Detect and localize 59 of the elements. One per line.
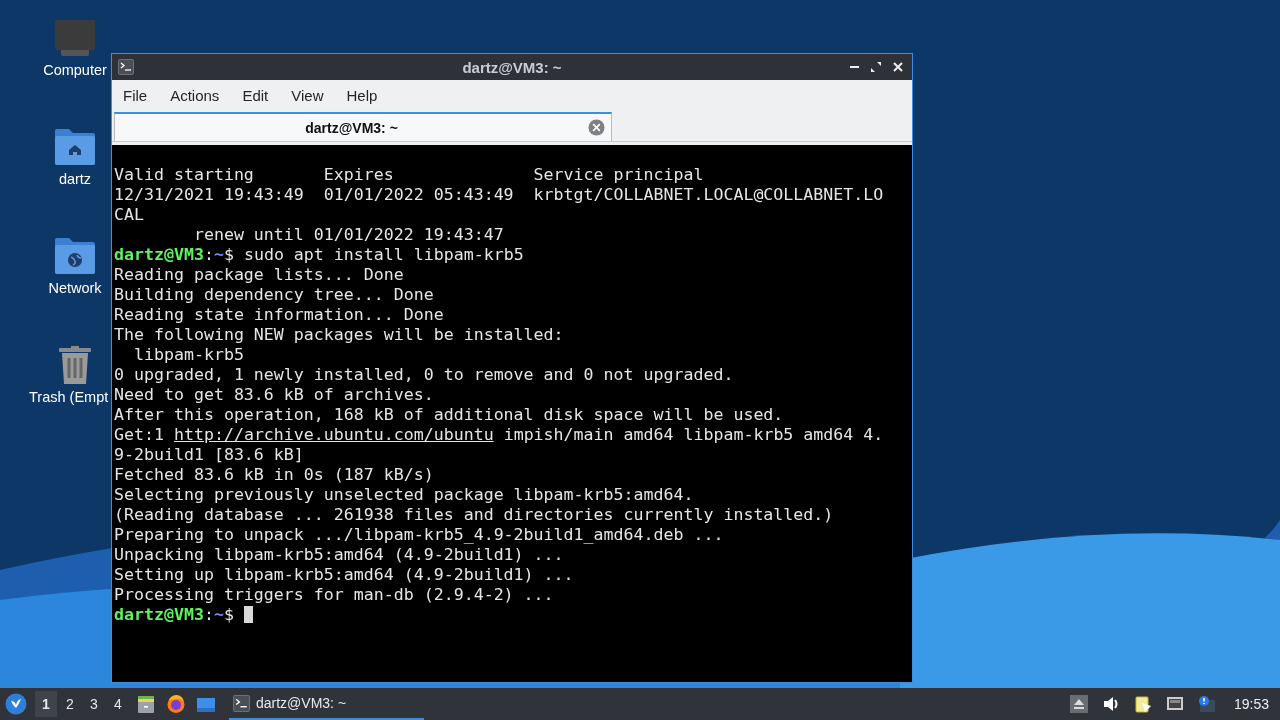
desktop-icon-label[interactable]: Network [48,280,102,296]
eject-icon[interactable] [1069,695,1088,713]
terminal-line: Selecting previously unselected package libpam-krb5:amd64. [114,485,694,505]
window-title: dartz@VM3: ~ [462,58,562,76]
menu-item[interactable]: Help [339,82,385,108]
terminal-line: 0 upgraded, 1 newly installed, 0 to remove and 0 not upgraded. [114,365,734,385]
terminal-line: Need to get 83.6 kB of archives. [114,385,434,405]
menu-item[interactable]: Edit [235,82,276,108]
desktop-icon-label[interactable]: dartz [58,171,92,187]
browser-icon[interactable] [166,694,186,714]
task-label: dartz@VM3: ~ [256,695,347,711]
terminal-line: Reading package lists... Done [114,265,404,285]
url-link[interactable]: http://archive.ubuntu.com/ubuntu [173,425,494,444]
terminal-line: Setting up libpam-krb5:amd64 (4.9-2build1) ... [114,565,574,585]
workspace-button[interactable]: 4 [107,691,129,717]
workspace-button[interactable]: 3 [83,691,105,717]
terminal-line: 9-2build1 [83.6 kB] [114,445,304,465]
menu-item[interactable]: Actions [163,82,227,108]
terminal-line: Preparing to unpack .../libpam-krb5_4.9-2build1_amd64.deb ... [114,525,724,545]
menu-item[interactable]: File [116,82,155,108]
terminal-line: CAL [114,205,144,225]
minimize-icon [849,66,859,68]
start-menu-icon[interactable] [5,693,27,715]
maximize-icon [868,59,884,75]
terminal-line: After this operation, 168 kB of additional disk space will be used. [114,405,784,425]
volume-icon[interactable] [1101,695,1120,713]
terminal-line: (Reading database ... 261938 files and directories currently installed.) [114,505,834,525]
desktop-icon-label[interactable]: Trash (Empt [29,389,109,405]
terminal-line: Get:1 http://archive.ubuntu.com/ubuntu impish/main amd64 libpam-krb5 amd64 4. [114,425,884,445]
prompt-line: dartz@VM3:~$ sudo apt install libpam-krb5 [114,245,524,265]
terminal-line: 12/31/2021 19:43:49 01/01/2022 05:43:49 krbtgt/COLLABNET.LOCAL@COLLABNET.LO [114,185,884,205]
terminal-tab[interactable]: dartz@VM3: ~ [114,112,612,141]
home-folder-icon [53,127,97,167]
terminal-line: Valid starting Expires Service principal [114,165,704,185]
terminal-line: Unpacking libpam-krb5:amd64 (4.9-2build1) ... [114,545,564,565]
close-tab-icon[interactable] [588,119,605,136]
file-cabinet-icon[interactable] [136,694,156,714]
taskbar-task[interactable]: dartz@VM3: ~ [229,688,424,720]
maximize-button[interactable] [868,59,884,75]
terminal-line: Processing triggers for man-db (2.9.4-2) ... [114,585,554,605]
ethernet-icon[interactable] [1165,695,1184,713]
prompt-line: dartz@VM3:~$ [114,605,253,625]
network-folder-icon [53,236,97,276]
workspace-button[interactable]: 2 [59,691,81,717]
terminal-line: renew until 01/01/2022 19:43:47 [192,225,504,245]
workspace-button[interactable]: 1 [35,691,57,717]
terminal-line: Fetched 83.6 kB in 0s (187 kB/s) [114,465,434,485]
clipboard-icon[interactable] [1133,695,1152,713]
desktop-icon-label[interactable]: Computer [43,62,107,78]
terminal-icon [118,59,134,75]
monitor-icon [53,18,97,58]
terminal-line: Reading state information... Done [114,305,444,325]
terminal-icon [233,694,250,712]
terminal-line: Building dependency tree... Done [114,285,434,305]
terminal-line: The following NEW packages will be installed: [114,325,564,345]
clock[interactable]: 19:53 [1233,696,1269,712]
update-notice-icon[interactable] [1197,695,1216,713]
menu-item[interactable]: View [284,82,331,108]
terminal-line: libpam-krb5 [132,345,244,365]
